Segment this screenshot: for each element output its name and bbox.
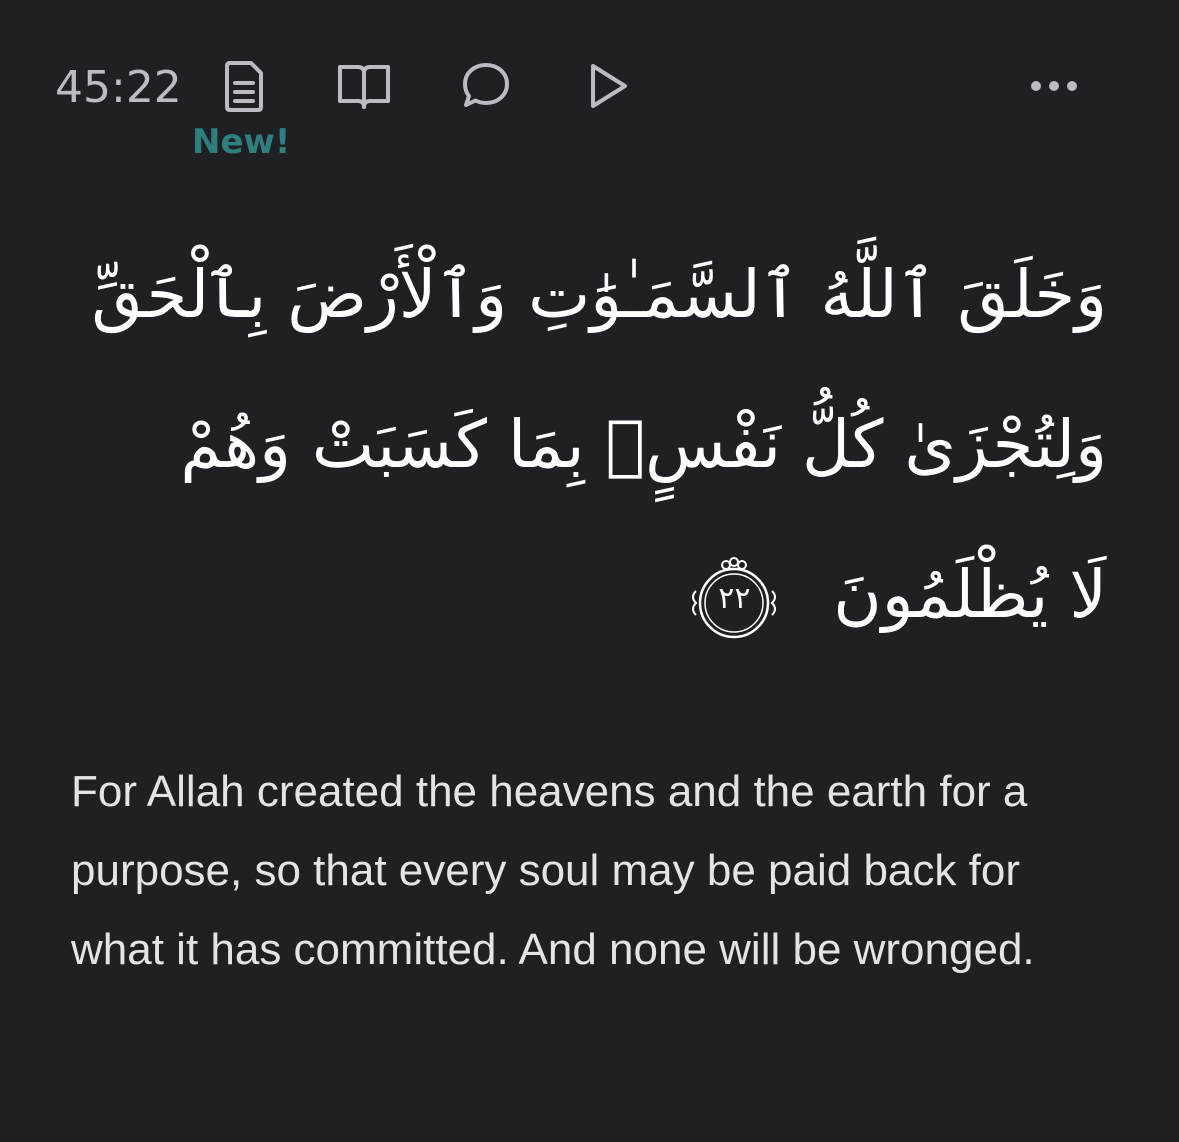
arabic-line-2: وَلِتُجْزَىٰ كُلُّ نَفْسٍۭ بِمَا كَسَبَت… — [180, 406, 1107, 483]
chat-bubble-icon — [460, 60, 512, 112]
play-icon — [585, 61, 631, 111]
more-dots-icon — [1028, 79, 1080, 93]
document-icon — [221, 59, 267, 113]
ayah-number-marker: ٢٢ — [686, 551, 782, 647]
arabic-verse: وَخَلَقَ ٱللَّهُ ٱلسَّمَـٰوَٰتِ وَٱلْأَر… — [91, 220, 1107, 670]
tafsir-button[interactable] — [216, 58, 272, 114]
verse-translation: For Allah created the heavens and the ea… — [71, 767, 1035, 974]
open-book-icon — [336, 61, 392, 111]
arabic-line-1: وَخَلَقَ ٱللَّهُ ٱلسَّمَـٰوَٰتِ وَٱلْأَر… — [91, 256, 1107, 333]
arabic-line-3: لَا يُظْلَمُونَ ٢٢ — [107, 520, 1107, 670]
play-button[interactable] — [580, 58, 636, 114]
more-options-button[interactable] — [1026, 58, 1082, 114]
verse-key-label[interactable]: 45:22 — [55, 60, 182, 116]
verse-toolbar: 45:22 New! — [0, 0, 1179, 180]
ayah-number: ٢٢ — [718, 580, 751, 616]
new-badge: New! — [192, 122, 291, 162]
reflect-button[interactable] — [336, 58, 392, 114]
comment-button[interactable] — [458, 58, 514, 114]
arabic-line-3-text: لَا يُظْلَمُونَ — [833, 556, 1107, 633]
